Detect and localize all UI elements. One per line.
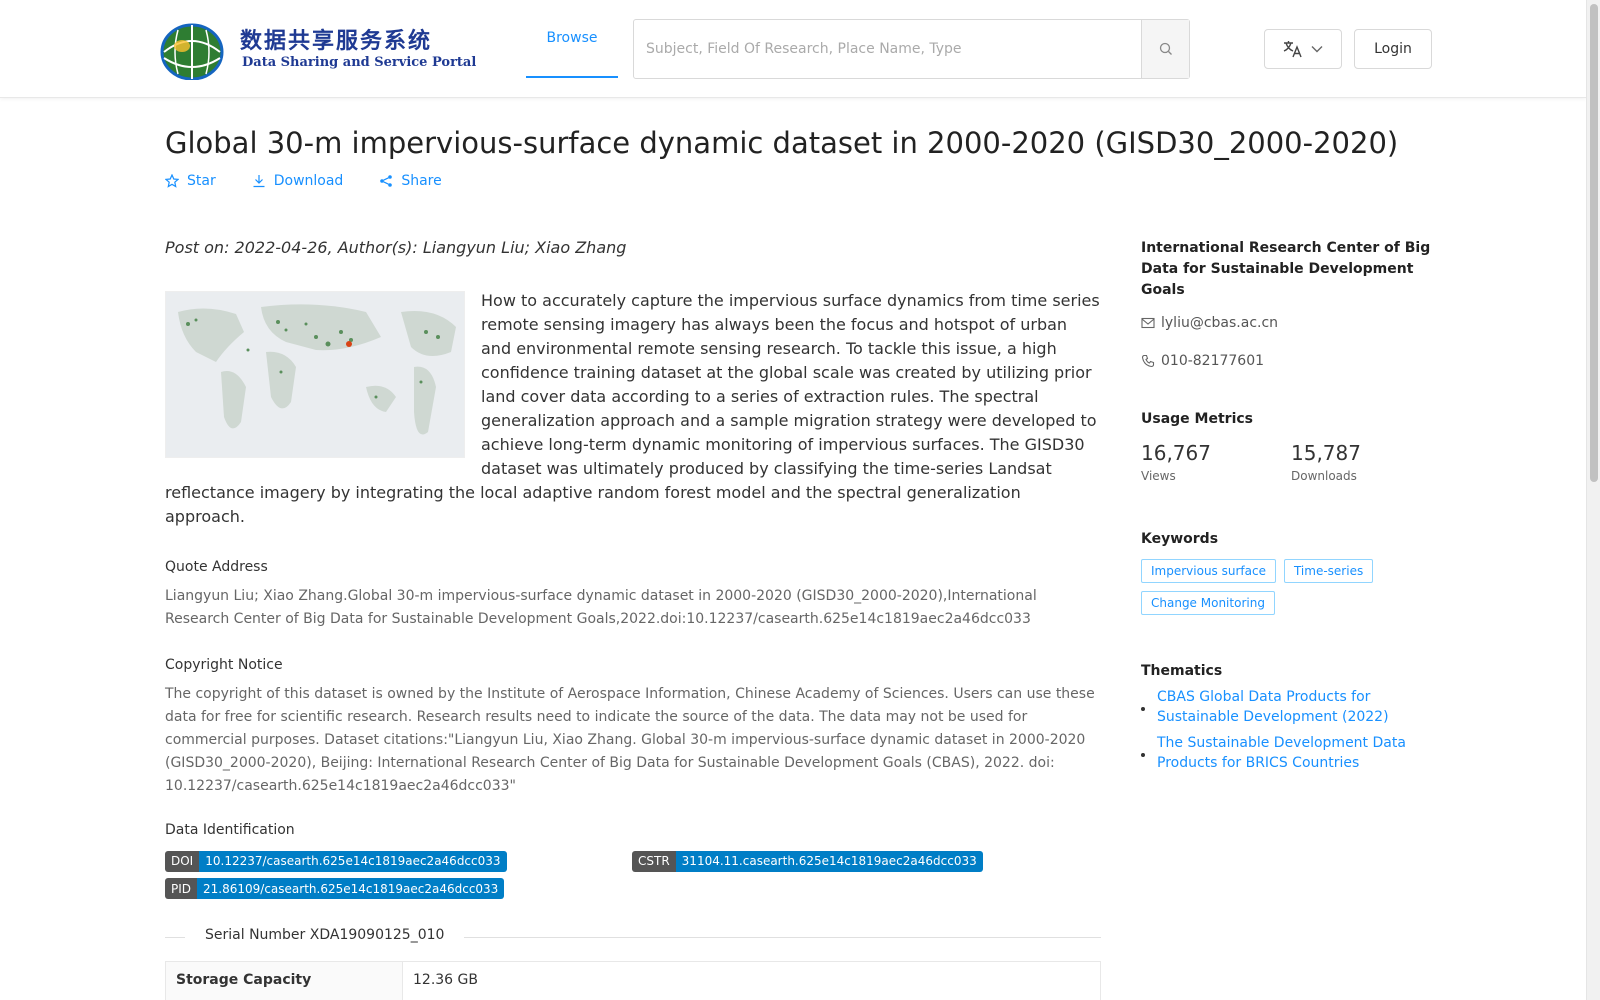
views-count: 16,767 xyxy=(1141,441,1211,465)
dataset-description: How to accurately capture the impervious… xyxy=(165,289,1101,529)
dataset-main: Post on: 2022-04-26, Author(s): Liangyun… xyxy=(165,238,1101,1000)
contact-email[interactable]: lyliu@cbas.ac.cn xyxy=(1141,315,1441,331)
quote-text: Liangyun Liu; Xiao Zhang.Global 30-m imp… xyxy=(165,588,1037,627)
download-button[interactable]: Download xyxy=(252,173,344,189)
search-icon xyxy=(1159,42,1172,55)
dataset-sidebar: International Research Center of Big Dat… xyxy=(1141,238,1441,779)
download-label: Download xyxy=(273,173,344,189)
search-input[interactable] xyxy=(634,20,1141,78)
downloads-metric: 15,787 Downloads xyxy=(1291,441,1441,483)
dataset-preview-map xyxy=(165,291,465,458)
cstr-badge[interactable]: CSTR 31104.11.casearth.625e14c1819aec2a46… xyxy=(632,850,983,872)
doi-badge[interactable]: DOI 10.12237/casearth.625e14c1819aec2a46d… xyxy=(165,850,507,872)
mail-icon xyxy=(1141,317,1155,329)
keyword-tag[interactable]: Impervious surface xyxy=(1141,559,1276,583)
scrollbar-thumb[interactable] xyxy=(1590,4,1598,482)
metadata-table: Storage Capacity 12.36 GB xyxy=(165,961,1101,1000)
email-text: lyliu@cbas.ac.cn xyxy=(1161,315,1279,331)
doi-value: 10.12237/casearth.625e14c1819aec2a46dcc0… xyxy=(199,850,507,872)
cstr-value: 31104.11.casearth.625e14c1819aec2a46dcc0… xyxy=(675,850,983,872)
thematics-title: Thematics xyxy=(1141,663,1223,679)
downloads-label: Downloads xyxy=(1291,469,1357,483)
post-info: Post on: 2022-04-26, Author(s): Liangyun… xyxy=(165,238,627,257)
star-icon xyxy=(165,174,179,188)
serial-number: Serial Number XDA19090125_010 xyxy=(185,927,465,943)
share-label: Share xyxy=(401,173,442,189)
copyright-text: The copyright of this dataset is owned b… xyxy=(165,686,1095,794)
logo-title-en: Data Sharing and Service Portal xyxy=(242,55,477,70)
views-label: Views xyxy=(1141,469,1176,483)
identifier-badges: DOI 10.12237/casearth.625e14c1819aec2a46d… xyxy=(165,850,1101,899)
pid-key: PID xyxy=(165,878,198,899)
storage-capacity-value: 12.36 GB xyxy=(413,972,478,988)
logo-title-cn: 数据共享服务系统 xyxy=(240,28,433,54)
keyword-tags: Impervious surface Time-series Change Mo… xyxy=(1141,559,1431,615)
language-button[interactable] xyxy=(1264,29,1342,69)
phone-icon xyxy=(1141,354,1155,368)
search-button[interactable] xyxy=(1141,20,1189,78)
copyright-title: Copyright Notice xyxy=(165,657,283,673)
cstr-key: CSTR xyxy=(632,850,676,872)
thematic-link[interactable]: CBAS Global Data Products for Sustainabl… xyxy=(1141,687,1441,727)
star-label: Star xyxy=(187,173,216,189)
share-button[interactable]: Share xyxy=(379,173,442,189)
search-box xyxy=(633,19,1190,79)
views-metric: 16,767 Views xyxy=(1141,441,1291,483)
doi-key: DOI xyxy=(165,850,200,872)
organization-name: International Research Center of Big Dat… xyxy=(1141,240,1431,298)
usage-metrics-title: Usage Metrics xyxy=(1141,411,1253,427)
thematic-link[interactable]: The Sustainable Development Data Product… xyxy=(1141,733,1441,773)
identification-title: Data Identification xyxy=(165,822,295,838)
site-logo[interactable]: 数据共享服务系统 Data Sharing and Service Portal xyxy=(152,20,476,80)
quote-title: Quote Address xyxy=(165,559,268,575)
globe-icon xyxy=(160,23,224,80)
dataset-actions: Star Download Share xyxy=(165,173,442,189)
pid-badge[interactable]: PID 21.86109/casearth.625e14c1819aec2a46d… xyxy=(165,878,505,899)
translate-icon xyxy=(1283,41,1302,58)
star-button[interactable]: Star xyxy=(165,173,216,189)
keyword-tag[interactable]: Change Monitoring xyxy=(1141,591,1275,615)
login-button[interactable]: Login xyxy=(1354,29,1432,69)
page-title: Global 30-m impervious-surface dynamic d… xyxy=(165,126,1399,160)
thematics-list: CBAS Global Data Products for Sustainabl… xyxy=(1141,687,1441,773)
page-scrollbar[interactable] xyxy=(1586,0,1600,1000)
phone-text: 010-82177601 xyxy=(1161,353,1265,369)
serial-number-divider: Serial Number XDA19090125_010 xyxy=(165,927,1101,947)
nav-browse[interactable]: Browse xyxy=(526,0,618,78)
site-header: 数据共享服务系统 Data Sharing and Service Portal… xyxy=(0,0,1586,98)
downloads-count: 15,787 xyxy=(1291,441,1361,465)
usage-metrics: 16,767 Views 15,787 Downloads xyxy=(1141,441,1441,483)
storage-capacity-label: Storage Capacity xyxy=(166,962,403,1000)
contact-phone[interactable]: 010-82177601 xyxy=(1141,353,1441,369)
download-icon xyxy=(253,175,265,188)
keywords-title: Keywords xyxy=(1141,531,1219,547)
share-icon xyxy=(380,175,393,187)
world-map-image xyxy=(166,292,464,457)
chevron-down-icon xyxy=(1311,46,1323,53)
keyword-tag[interactable]: Time-series xyxy=(1283,559,1374,583)
pid-value: 21.86109/casearth.625e14c1819aec2a46dcc0… xyxy=(197,878,505,899)
